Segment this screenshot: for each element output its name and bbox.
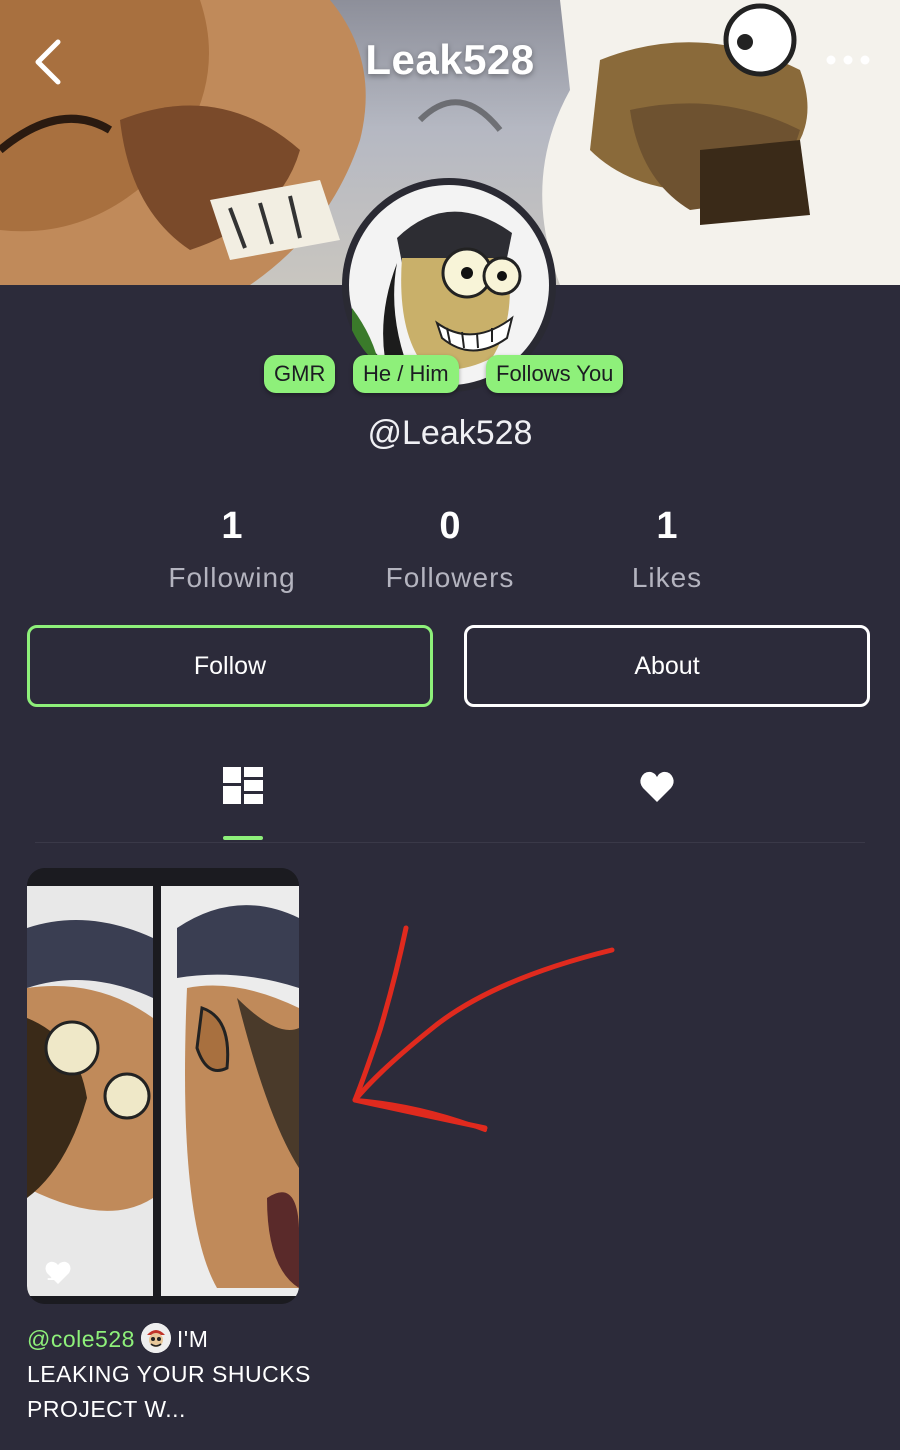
- stat-likes-label: Likes: [631, 562, 703, 593]
- stat-followers-label: Followers: [385, 562, 515, 593]
- page-title: Leak528: [365, 36, 535, 83]
- badge-pronouns: He / Him: [353, 355, 459, 393]
- stat-following-value: 1: [221, 505, 243, 547]
- tab-liked[interactable]: [597, 760, 717, 842]
- stat-followers[interactable]: 0 Followers: [340, 505, 560, 594]
- stat-following[interactable]: 1 Following: [122, 505, 342, 594]
- about-button[interactable]: About: [464, 625, 870, 707]
- more-horizontal-icon: [826, 55, 870, 65]
- post-thumbnail-image: [27, 868, 299, 1304]
- content-tabs: [35, 760, 865, 843]
- badge-gmr: GMR: [264, 355, 336, 393]
- avatar-icon: [140, 1323, 171, 1353]
- heart-icon: [45, 1261, 71, 1284]
- mention-avatar: [140, 1323, 171, 1353]
- stat-likes-value: 1: [656, 505, 678, 547]
- annotation-arrow-icon: [352, 925, 615, 1132]
- stat-followers-value: 0: [439, 505, 461, 547]
- badge-follows-you: Follows You: [486, 355, 624, 393]
- stat-likes[interactable]: 1 Likes: [557, 505, 777, 594]
- active-tab-indicator: [223, 836, 263, 840]
- top-bar: Leak528: [0, 0, 900, 125]
- heart-icon: [640, 771, 674, 802]
- profile-handle: @Leak528: [367, 414, 533, 452]
- tab-posts[interactable]: [183, 760, 303, 842]
- stat-following-label: Following: [168, 562, 296, 593]
- profile-badges: GMR He / Him Follows You: [0, 355, 900, 395]
- grid-icon: [223, 767, 263, 804]
- post-likes: 1: [45, 1261, 71, 1286]
- post-caption[interactable]: @cole528 I'M LEAKING YOUR SHUCKS PROJECT …: [27, 1322, 317, 1427]
- caption-mention[interactable]: @cole528: [27, 1326, 135, 1352]
- post-thumbnail[interactable]: 1: [27, 868, 299, 1304]
- follow-button[interactable]: Follow: [27, 625, 433, 707]
- more-options-button[interactable]: [824, 48, 872, 72]
